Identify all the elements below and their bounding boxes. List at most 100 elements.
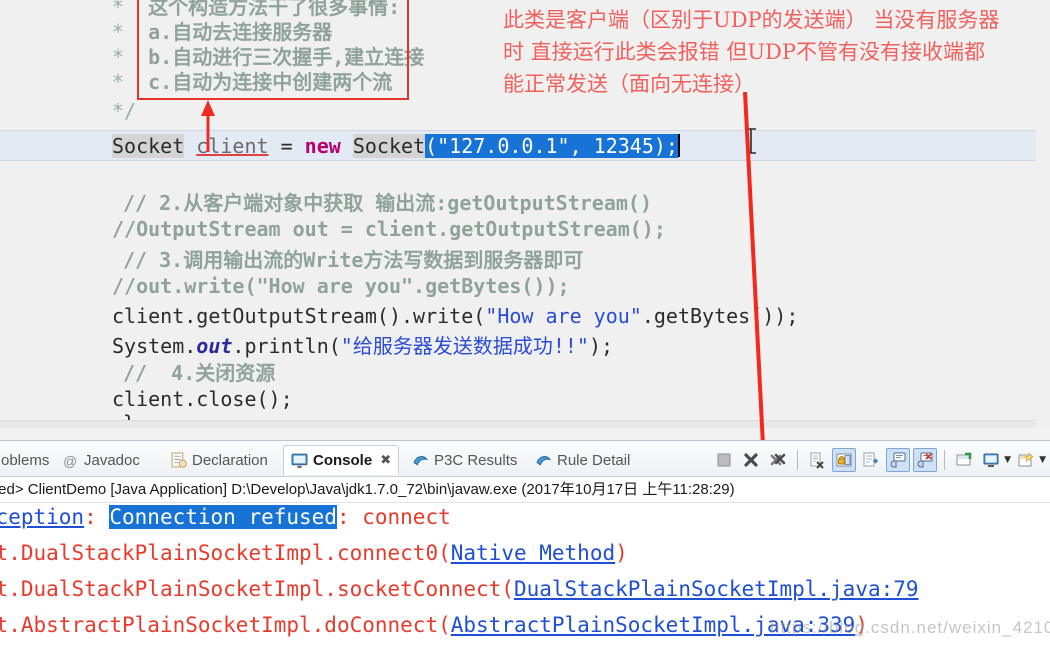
console-output-line[interactable]: at java.net.AbstractPlainSocketImpl.doCo… (0, 607, 868, 643)
code-line[interactable]: */ (0, 96, 136, 127)
annotation-arrow-up-icon (201, 100, 215, 152)
console-output-line[interactable]: at java.net.DualStackPlainSocketImpl.con… (0, 535, 628, 571)
tab-declaration[interactable]: Declaration (163, 445, 275, 475)
eclipse-ide-screenshot: * 这个构造方法干了很多事情: * a.自动去连接服务器 * b.自动进行三次握手,… (0, 0, 1050, 654)
remove-all-launches-button[interactable] (766, 448, 790, 472)
code-line[interactable]: * c.自动为连接中创建两个流 (0, 67, 392, 98)
code-line[interactable]: //out.write("How are you".getBytes()); (0, 271, 570, 302)
separator-2 (944, 450, 946, 470)
tab-label: Javadoc (84, 451, 140, 469)
console-text: at java.net.DualStackPlainSocketImpl.con… (0, 541, 451, 565)
tab-label: Declaration (192, 451, 268, 469)
show-console-stderr-button[interactable] (913, 448, 938, 472)
tab-label: Console (313, 451, 373, 469)
open-console-button[interactable] (1014, 448, 1038, 472)
pin-console-button[interactable] (952, 448, 976, 472)
scroll-left-arrow-icon[interactable]: ‹ (10, 423, 16, 428)
show-console-stdout-button[interactable] (886, 448, 911, 472)
code-token: * (112, 45, 149, 69)
rule-icon (536, 455, 551, 466)
svg-text:@: @ (63, 452, 77, 468)
code-token: c.自动为连接中创建两个流 (148, 70, 393, 94)
code-token: * (112, 70, 149, 94)
code-token: .println( (232, 334, 341, 358)
code-token: // 3.调用输出流的Write方法写数据到服务器即可 (123, 248, 584, 272)
code-line[interactable]: client.getOutputStream().write("How are … (0, 301, 798, 332)
console-launch-header: inated> ClientDemo [Java Application] D:… (0, 477, 1050, 503)
console-text: : (84, 505, 110, 529)
selected-text: Connection refused (109, 505, 337, 529)
annotation-red-note: 此类是客户端（区别于UDP的发送端） 当没有服务器 时 直接运行此类会报错 但U… (503, 4, 1043, 100)
code-token: client.getOutputStream().write( (112, 304, 486, 328)
tab-rule-detail[interactable]: Rule Detail (528, 445, 637, 475)
p3c-icon (413, 455, 428, 466)
code-token: ); (588, 334, 614, 358)
code-token: // 4.关闭资源 (123, 361, 276, 385)
code-token: Socket (112, 134, 185, 158)
tab-close-icon[interactable]: ✖ (380, 453, 391, 468)
remove-launch-button[interactable] (739, 448, 763, 472)
console-view[interactable]: oblems @ Javadoc Declaration Console ✖ P3C Res… (0, 440, 1050, 654)
clear-console-button[interactable] (805, 448, 829, 472)
tab-oblems[interactable]: oblems (0, 445, 56, 475)
tab-p3c-results[interactable]: P3C Results (405, 445, 524, 475)
code-token: System. (112, 334, 197, 358)
code-line[interactable]: Socket client = new Socket("127.0.0.1", … (0, 131, 680, 162)
code-token: * (112, 20, 149, 44)
clear-console-icon (810, 452, 824, 469)
console-output-line[interactable]: at java.net.DualStackPlainSocketImpl.soc… (0, 571, 919, 607)
code-token: //OutputStream out = client.getOutputStr… (112, 217, 666, 241)
lock-icon (836, 453, 852, 467)
tab-javadoc[interactable]: @ Javadoc (55, 445, 147, 475)
code-token: */ (112, 99, 137, 123)
stacktrace-link[interactable]: AbstractPlainSocketImpl.java:339 (451, 613, 856, 637)
console-toolbar[interactable]: ▼ ▼ (712, 445, 1046, 475)
chevron-down-icon[interactable]: ▼ (1004, 455, 1011, 465)
code-token: client.close(); (112, 387, 293, 411)
stacktrace-link[interactable]: DualStackPlainSocketImpl.java:79 (514, 577, 919, 601)
console-text: ) (615, 541, 628, 565)
tab-label: oblems (1, 451, 50, 469)
new-console-icon (1018, 452, 1034, 467)
tab-label: Rule Detail (557, 451, 631, 469)
annotation-note-line-2: 时 直接运行此类会报错 但UDP不管有没有接收端都 (503, 40, 986, 64)
code-token: //out.write("How are you".getBytes()); (112, 274, 570, 298)
console-icon (291, 453, 308, 468)
javadoc-icon: @ (63, 452, 77, 468)
chevron-down-icon[interactable]: ▼ (1039, 455, 1046, 465)
editor-horizontal-scrollbar[interactable]: ‹ (0, 420, 1036, 428)
code-token: "How are you" (485, 304, 642, 328)
code-token: out (196, 334, 233, 358)
tab-console[interactable]: Console ✖ (283, 445, 400, 475)
code-token: "给服务器发送数据成功!!" (340, 334, 589, 358)
console-text: : connect (336, 505, 451, 529)
pin-console-icon (956, 452, 972, 466)
code-token: // 2.从客户端对象中获取 输出流:getOutputStream() (123, 191, 652, 215)
scroll-lock-button[interactable] (832, 448, 857, 472)
code-token: b.自动进行三次握手,建立连接 (148, 45, 425, 69)
stop-square-icon (717, 453, 731, 467)
display-selected-console[interactable] (979, 448, 1003, 472)
text-caret (677, 134, 680, 157)
tab-label: P3C Results (434, 451, 518, 469)
code-token: = (268, 134, 305, 158)
console-text: at java.net.DualStackPlainSocketImpl.soc… (0, 577, 514, 601)
stacktrace-link[interactable]: Native Method (451, 541, 615, 565)
code-token: .getBytes()); (641, 304, 799, 328)
code-token: a.自动去连接服务器 (148, 20, 333, 44)
console-output-line[interactable]: java.net.ConnectException: Connection re… (0, 503, 451, 535)
declaration-icon (171, 452, 187, 468)
code-line[interactable]: //OutputStream out = client.getOutputStr… (0, 214, 666, 245)
annotation-note-line-3: 能正常发送（面向无连接） (503, 72, 755, 96)
stacktrace-link[interactable]: java.net.ConnectException (0, 505, 84, 529)
word-wrap-button[interactable] (859, 448, 883, 472)
console-text: at java.net.AbstractPlainSocketImpl.doCo… (0, 613, 451, 637)
console-launch-header-text: inated> ClientDemo [Java Application] D:… (0, 481, 735, 498)
double-x-mark-icon (770, 453, 786, 466)
display-console-icon (983, 453, 999, 467)
terminate-button[interactable] (712, 448, 736, 472)
console-out-icon (890, 452, 906, 468)
console-output[interactable]: java.net.ConnectException: Connection re… (0, 503, 1050, 654)
annotation-note-line-1: 此类是客户端（区别于UDP的发送端） 当没有服务器 (503, 8, 1000, 32)
